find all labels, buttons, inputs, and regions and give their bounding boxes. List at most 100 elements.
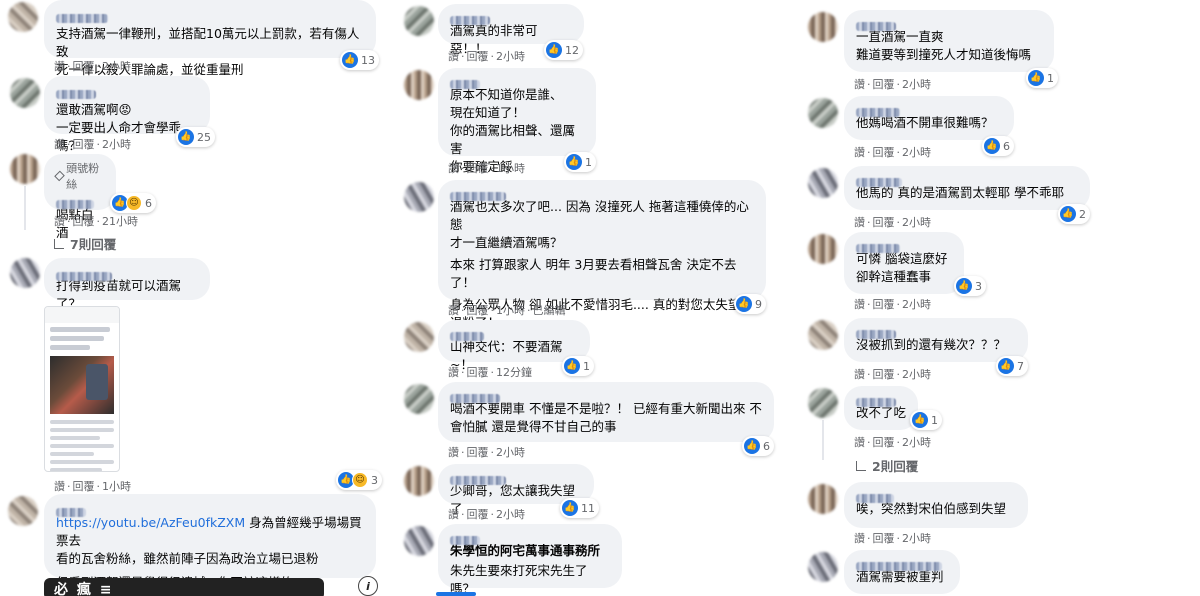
link-preview-card[interactable]: 必 瘋 ≡ [44, 578, 324, 596]
timestamp[interactable]: 2小時 [902, 146, 931, 159]
reply-link[interactable]: 回覆 [73, 480, 95, 493]
timestamp[interactable]: 12分鐘 [496, 366, 532, 379]
commenter-name[interactable] [856, 16, 1042, 31]
avatar[interactable] [808, 12, 838, 42]
reply-link[interactable]: 回覆 [467, 446, 489, 459]
avatar[interactable] [808, 234, 838, 264]
timestamp[interactable]: 1小時 [496, 162, 525, 175]
avatar[interactable] [404, 70, 434, 100]
reaction-summary[interactable]: 👍 25 [176, 127, 215, 147]
avatar[interactable] [404, 182, 434, 212]
like-link[interactable]: 讚 [854, 78, 865, 91]
reply-link[interactable]: 回覆 [467, 50, 489, 63]
commenter-name[interactable] [856, 324, 1016, 339]
avatar[interactable] [808, 320, 838, 350]
commenter-name[interactable] [56, 84, 198, 99]
commenter-name[interactable] [56, 8, 364, 23]
avatar[interactable] [10, 258, 40, 288]
like-link[interactable]: 讚 [54, 60, 65, 73]
timestamp[interactable]: 2小時 [496, 508, 525, 521]
avatar[interactable] [404, 6, 434, 36]
reply-link[interactable]: 回覆 [873, 532, 895, 545]
attached-image[interactable] [44, 306, 120, 472]
reply-link[interactable]: 回覆 [467, 162, 489, 175]
timestamp[interactable]: 2小時 [902, 78, 931, 91]
commenter-name[interactable] [450, 10, 572, 25]
timestamp[interactable]: 1小時 [102, 480, 131, 493]
timestamp[interactable]: 2小時 [902, 216, 931, 229]
like-link[interactable]: 讚 [448, 508, 459, 521]
reaction-summary[interactable]: 👍 11 [560, 498, 599, 518]
commenter-name[interactable] [450, 74, 584, 89]
view-replies-link[interactable]: 7則回覆 [54, 234, 116, 253]
view-replies-link[interactable]: 2則回覆 [856, 456, 918, 475]
timestamp[interactable]: 2小時 [496, 446, 525, 459]
avatar[interactable] [404, 384, 434, 414]
reaction-summary[interactable]: 👍 ☺ 3 [336, 470, 382, 490]
like-link[interactable]: 讚 [448, 366, 459, 379]
reaction-summary[interactable]: 👍 6 [742, 436, 774, 456]
reaction-summary[interactable]: 👍 1 [562, 356, 594, 376]
timestamp[interactable]: 2小時 [902, 368, 931, 381]
reaction-summary[interactable]: 👍 6 [982, 136, 1014, 156]
avatar[interactable] [8, 2, 38, 32]
timestamp[interactable]: 21小時 [102, 215, 138, 228]
timestamp[interactable]: 2小時 [902, 436, 931, 449]
avatar[interactable] [10, 154, 40, 184]
commenter-name[interactable] [450, 326, 578, 341]
reply-link[interactable]: 回覆 [73, 215, 95, 228]
like-link[interactable]: 讚 [54, 215, 65, 228]
commenter-name[interactable] [856, 102, 1002, 117]
info-icon[interactable]: i [358, 576, 378, 596]
reaction-summary[interactable]: 👍 1 [564, 152, 596, 172]
like-link[interactable]: 讚 [448, 162, 459, 175]
like-link[interactable]: 讚 [448, 50, 459, 63]
reaction-summary[interactable]: 👍 9 [734, 294, 766, 314]
avatar[interactable] [8, 496, 38, 526]
reply-link[interactable]: 回覆 [467, 366, 489, 379]
commenter-name[interactable] [450, 470, 582, 485]
reaction-summary[interactable]: 👍 ☺ 6 [110, 193, 156, 213]
like-link[interactable]: 讚 [54, 138, 65, 151]
reply-link[interactable]: 回覆 [467, 304, 489, 317]
reply-link[interactable]: 回覆 [873, 298, 895, 311]
avatar[interactable] [808, 484, 838, 514]
reaction-summary[interactable]: 👍 7 [996, 356, 1028, 376]
like-link[interactable]: 讚 [854, 368, 865, 381]
reply-link[interactable]: 回覆 [873, 368, 895, 381]
reply-link[interactable]: 回覆 [467, 508, 489, 521]
avatar[interactable] [404, 466, 434, 496]
commenter-name[interactable] [856, 488, 1016, 503]
reply-link[interactable]: 回覆 [73, 138, 95, 151]
reply-link[interactable]: 回覆 [873, 78, 895, 91]
timestamp[interactable]: 1小時 [496, 304, 525, 317]
commenter-name[interactable] [56, 194, 104, 209]
commenter-name[interactable] [856, 172, 1078, 187]
avatar[interactable] [404, 322, 434, 352]
avatar[interactable] [808, 98, 838, 128]
commenter-name[interactable] [450, 186, 754, 201]
reaction-summary[interactable]: 👍 1 [1026, 68, 1058, 88]
youtube-link[interactable]: https://youtu.be/AzFeu0fkZXM [56, 515, 245, 530]
like-link[interactable]: 讚 [448, 446, 459, 459]
avatar[interactable] [808, 388, 838, 418]
avatar[interactable] [808, 168, 838, 198]
commenter-name[interactable] [450, 388, 762, 403]
like-link[interactable]: 讚 [448, 304, 459, 317]
reply-link[interactable]: 回覆 [873, 146, 895, 159]
attachment-preview[interactable] [436, 592, 476, 596]
timestamp[interactable]: 2小時 [102, 60, 131, 73]
reaction-summary[interactable]: 👍 12 [544, 40, 583, 60]
like-link[interactable]: 讚 [854, 532, 865, 545]
commenter-name[interactable] [856, 556, 948, 571]
timestamp[interactable]: 2小時 [902, 298, 931, 311]
reaction-summary[interactable]: 👍 13 [340, 50, 379, 70]
commenter-name[interactable] [56, 266, 198, 281]
avatar[interactable] [10, 78, 40, 108]
like-link[interactable]: 讚 [854, 146, 865, 159]
timestamp[interactable]: 2小時 [902, 532, 931, 545]
like-link[interactable]: 讚 [854, 216, 865, 229]
avatar[interactable] [404, 526, 434, 556]
commenter-name[interactable] [56, 502, 364, 517]
reply-link[interactable]: 回覆 [873, 436, 895, 449]
